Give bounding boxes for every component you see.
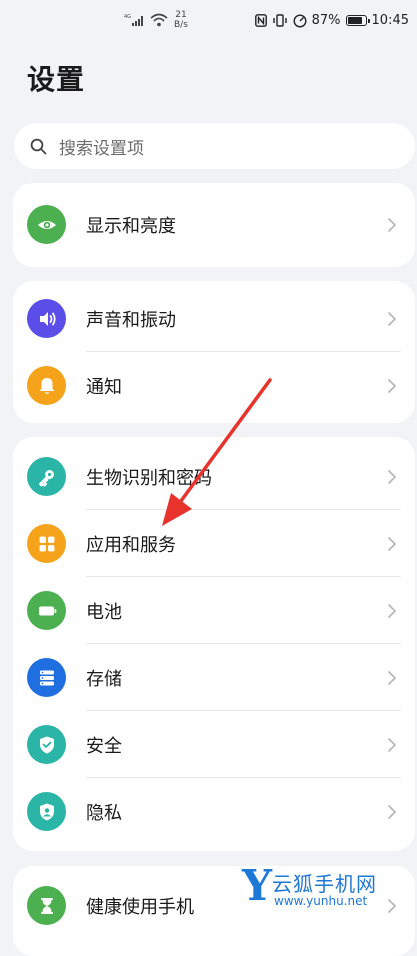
battery-status-icon	[345, 15, 370, 26]
settings-item-label: 声音和振动	[86, 309, 176, 331]
settings-item-label: 隐私	[86, 802, 122, 824]
watermark-url: www.yunhu.net	[274, 894, 368, 908]
nfc-icon	[254, 14, 267, 27]
battery-icon	[27, 591, 66, 630]
chevron-right-icon	[388, 804, 396, 819]
storage-icon	[27, 658, 66, 697]
network-speed-value: 21	[175, 10, 187, 20]
search-icon	[30, 138, 47, 154]
settings-item-label: 显示和亮度	[86, 215, 176, 237]
chevron-right-icon	[388, 217, 396, 232]
cellular-signal-icon: 4G	[124, 14, 143, 26]
svg-text:4G: 4G	[124, 14, 131, 20]
page-title: 设置	[27, 63, 86, 96]
vibrate-icon	[272, 14, 287, 27]
settings-item-battery[interactable]: 电池	[13, 577, 415, 644]
settings-card-display: 显示和亮度	[13, 183, 415, 267]
battery-percent: 87%	[311, 13, 341, 28]
search-placeholder: 搜索设置项	[59, 138, 144, 159]
chevron-right-icon	[388, 536, 396, 551]
settings-card-sound-notify: 声音和振动 通知	[13, 281, 415, 423]
settings-item-apps-services[interactable]: 应用和服务	[13, 510, 415, 577]
settings-item-label: 安全	[86, 735, 122, 757]
settings-card-system: 生物识别和密码 应用和服务 电池 存储 安全 隐私	[13, 437, 415, 851]
settings-item-label: 生物识别和密码	[86, 467, 212, 489]
clock: 10:45	[371, 13, 409, 28]
apps-grid-icon	[27, 524, 66, 563]
settings-item-notifications[interactable]: 通知	[13, 352, 415, 419]
status-bar: 4G 21 B/s 87% 10:45	[0, 0, 417, 48]
settings-item-biometrics-password[interactable]: 生物识别和密码	[13, 443, 415, 510]
status-right: 87% 10:45	[254, 13, 409, 28]
settings-item-storage[interactable]: 存储	[13, 644, 415, 711]
network-speed-unit: B/s	[174, 20, 188, 30]
network-speed: 21 B/s	[174, 10, 188, 30]
chevron-right-icon	[388, 603, 396, 618]
settings-item-label: 应用和服务	[86, 534, 176, 556]
bell-icon	[27, 366, 66, 405]
settings-item-label: 电池	[86, 601, 122, 623]
chevron-right-icon	[388, 670, 396, 685]
shield-icon	[27, 725, 66, 764]
watermark-brand: 云狐手机网	[272, 872, 377, 896]
chevron-right-icon	[388, 737, 396, 752]
settings-item-sound-vibration[interactable]: 声音和振动	[13, 285, 415, 352]
speed-gauge-icon	[293, 13, 307, 28]
key-icon	[27, 457, 66, 496]
wifi-icon	[150, 13, 168, 27]
eye-icon	[27, 205, 66, 244]
watermark: Y 云狐手机网 www.yunhu.net	[240, 864, 410, 914]
volume-icon	[27, 299, 66, 338]
settings-item-display-brightness[interactable]: 显示和亮度	[13, 191, 415, 258]
settings-item-privacy[interactable]: 隐私	[13, 778, 415, 845]
settings-item-label: 通知	[86, 376, 122, 398]
settings-item-label: 存储	[86, 668, 122, 690]
settings-item-security[interactable]: 安全	[13, 711, 415, 778]
chevron-right-icon	[388, 469, 396, 484]
settings-item-label: 健康使用手机	[86, 896, 194, 918]
chevron-right-icon	[388, 311, 396, 326]
chevron-right-icon	[388, 378, 396, 393]
hourglass-icon	[27, 886, 66, 925]
watermark-logo: Y	[242, 861, 272, 910]
search-bar[interactable]: 搜索设置项	[14, 123, 415, 169]
status-left: 4G 21 B/s	[124, 10, 188, 30]
privacy-icon	[27, 792, 66, 831]
